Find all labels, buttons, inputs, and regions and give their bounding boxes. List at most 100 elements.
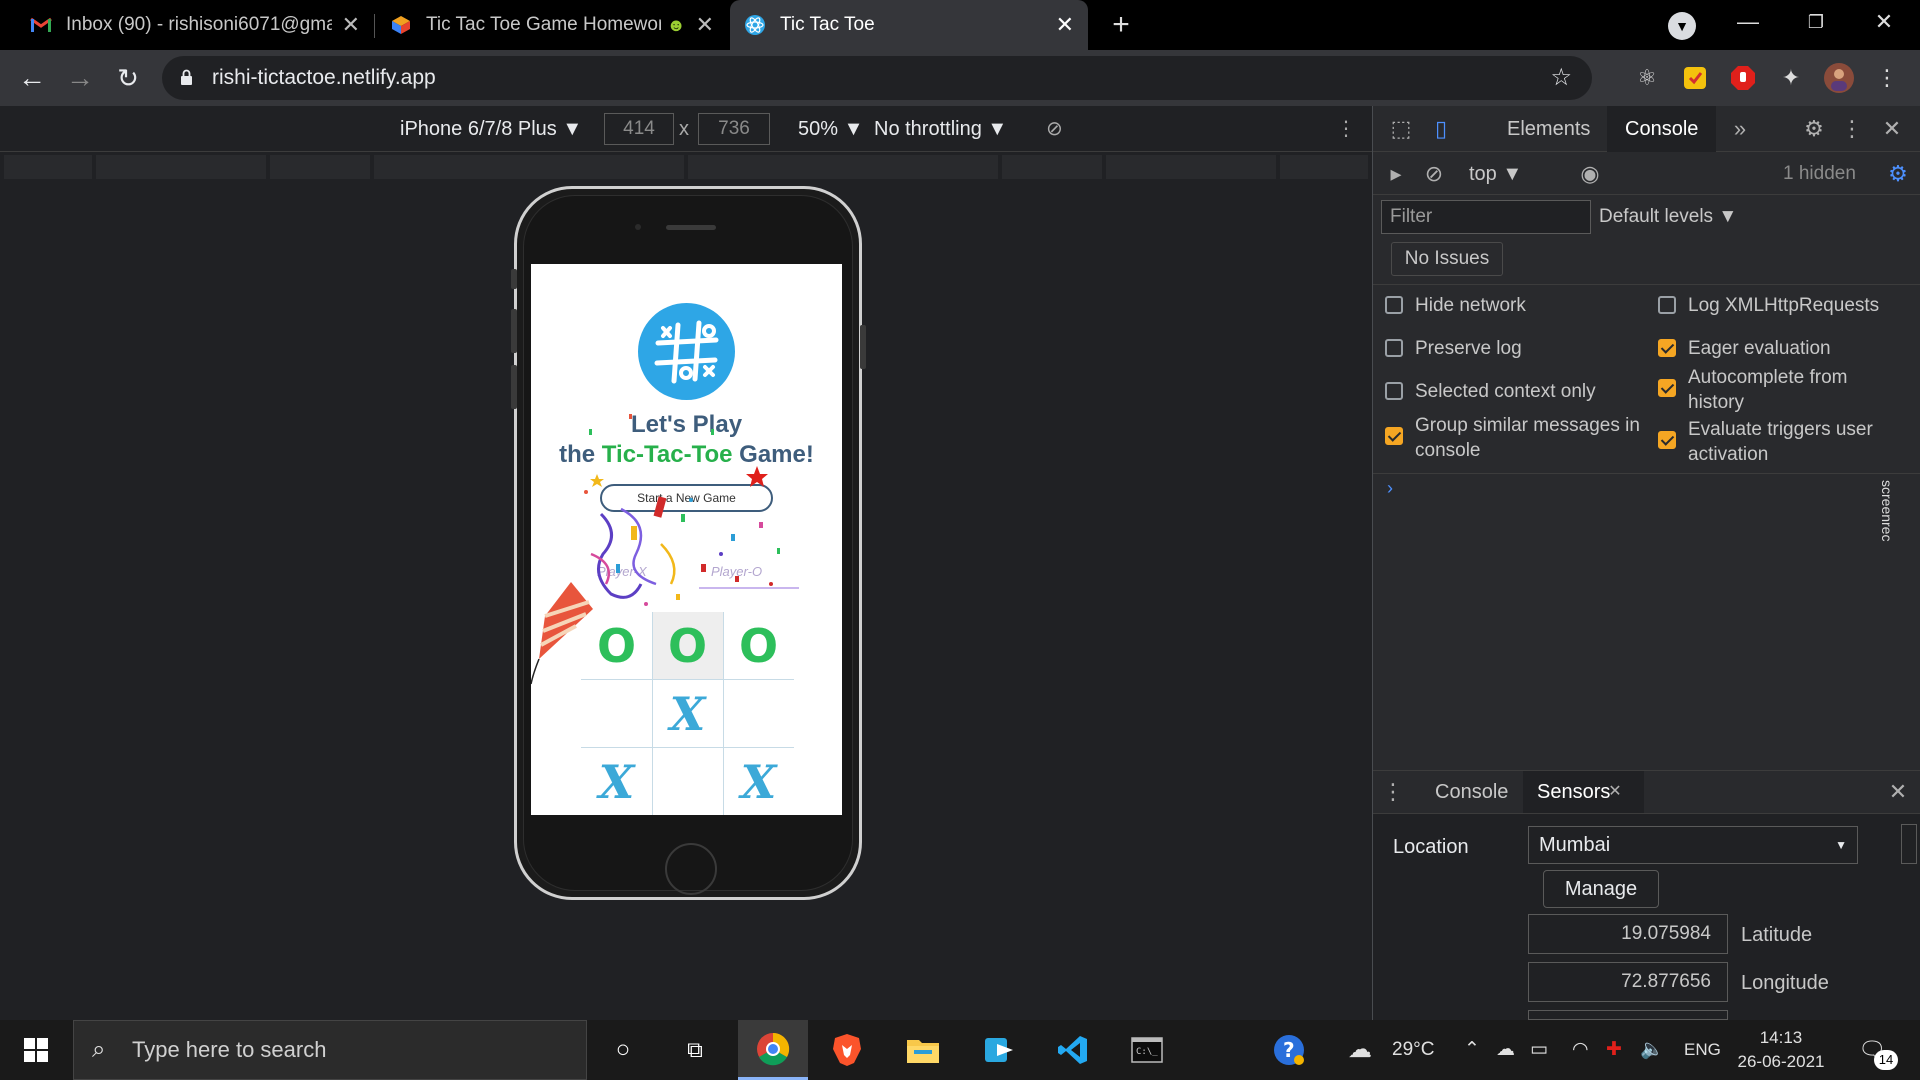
settings-gear-icon[interactable]: ⚙ — [1797, 106, 1831, 152]
checkbox[interactable] — [1385, 339, 1403, 357]
timezone-input[interactable] — [1528, 1010, 1728, 1020]
tab-elements[interactable]: Elements — [1489, 106, 1608, 152]
wifi-icon[interactable]: ◠ — [1572, 1020, 1589, 1080]
latitude-input[interactable]: 19.075984 — [1528, 914, 1728, 954]
media-query-segment[interactable] — [96, 155, 266, 179]
close-tab-icon[interactable]: ✕ — [1605, 771, 1625, 813]
new-tab-button[interactable]: + — [1102, 8, 1140, 42]
checkbox[interactable] — [1658, 296, 1676, 314]
sidebar-toggle-icon[interactable]: ▸ — [1379, 153, 1413, 195]
checkbox[interactable] — [1658, 379, 1676, 397]
more-options-icon[interactable]: ⋮ — [1336, 106, 1356, 152]
tab-console[interactable]: Console — [1607, 106, 1717, 152]
close-drawer-icon[interactable]: ✕ — [1881, 771, 1915, 813]
taskbar-search[interactable]: ⌕ Type here to search — [73, 1020, 587, 1080]
board-cell[interactable]: X — [581, 748, 652, 815]
drawer-menu-icon[interactable]: ⋮ — [1381, 771, 1405, 813]
scrollbar[interactable] — [1901, 824, 1917, 864]
battery-icon[interactable]: ▭ — [1530, 1020, 1548, 1080]
forward-icon[interactable]: → — [62, 60, 98, 96]
inspect-element-icon[interactable]: ⬚ — [1383, 106, 1419, 152]
media-query-segment[interactable] — [270, 155, 370, 179]
drawer-tab-console[interactable]: Console — [1421, 771, 1522, 813]
language-indicator[interactable]: ENG — [1684, 1020, 1721, 1080]
show-hidden-icons-chevron-icon[interactable]: ⌃ — [1464, 1020, 1480, 1080]
media-query-segment[interactable] — [688, 155, 998, 179]
clear-console-icon[interactable]: ⊘ — [1417, 153, 1451, 195]
vscode-icon[interactable] — [1038, 1020, 1108, 1080]
devtools-menu-icon[interactable]: ⋮ — [1835, 106, 1869, 152]
setting-hide-network[interactable]: Hide network — [1385, 293, 1635, 318]
console-prompt-icon[interactable]: › — [1387, 478, 1393, 499]
board-cell[interactable] — [652, 748, 723, 815]
console-filter-input[interactable]: Filter — [1381, 200, 1591, 234]
board-cell[interactable] — [581, 680, 652, 747]
board-cell[interactable]: O — [723, 612, 794, 679]
temperature[interactable]: 29°C — [1392, 1020, 1434, 1080]
media-query-segment[interactable] — [1106, 155, 1276, 179]
close-icon[interactable]: ✕ — [1056, 12, 1074, 38]
reload-icon[interactable]: ↻ — [110, 60, 146, 96]
board-cell[interactable] — [723, 680, 794, 747]
setting-eager-evaluation[interactable]: Eager evaluation — [1658, 336, 1918, 361]
checkbox[interactable] — [1658, 431, 1676, 449]
device-select[interactable]: iPhone 6/7/8 Plus ▼ — [400, 106, 582, 152]
windows-start-icon[interactable] — [0, 1020, 72, 1080]
setting-preserve-log[interactable]: Preserve log — [1385, 336, 1635, 361]
board-cell[interactable]: O — [652, 612, 723, 679]
sticky-app-icon[interactable] — [964, 1020, 1034, 1080]
system-clock[interactable]: 14:13 26-06-2021 — [1726, 1026, 1836, 1074]
checkbox[interactable] — [1385, 427, 1403, 445]
board-cell[interactable]: X — [652, 680, 723, 747]
chrome-icon[interactable] — [738, 1020, 808, 1080]
drawer-tab-sensors[interactable]: Sensors — [1523, 771, 1645, 813]
log-levels-select[interactable]: Default levels ▼ — [1599, 200, 1737, 234]
onedrive-icon[interactable]: ☁ — [1496, 1020, 1515, 1080]
board-cell[interactable]: X — [723, 748, 794, 815]
help-icon[interactable]: ? — [1254, 1020, 1324, 1080]
start-new-game-button[interactable]: Start a New Game — [600, 484, 773, 512]
back-icon[interactable]: ← — [14, 60, 50, 96]
more-tabs-icon[interactable]: » — [1723, 106, 1757, 152]
zoom-select[interactable]: 50% ▼ — [798, 106, 863, 152]
minimize-icon[interactable]: — — [1718, 0, 1778, 44]
context-select[interactable]: top ▼ — [1469, 153, 1522, 195]
setting-selected-context-only[interactable]: Selected context only — [1385, 379, 1635, 404]
issues-button[interactable]: No Issues — [1391, 242, 1503, 276]
window-close-icon[interactable]: ✕ — [1854, 0, 1914, 44]
device-toggle-icon[interactable]: ▯ — [1423, 106, 1459, 152]
checkbox[interactable] — [1385, 296, 1403, 314]
restore-icon[interactable]: ❐ — [1786, 0, 1846, 44]
extension-shield-icon[interactable] — [1680, 63, 1710, 93]
brave-icon[interactable] — [812, 1020, 882, 1080]
address-bar[interactable]: rishi-tictactoe.netlify.app ☆ — [162, 56, 1592, 100]
task-view-icon[interactable]: ⧉ — [660, 1020, 730, 1080]
extensions-puzzle-icon[interactable]: ✦ — [1776, 63, 1806, 93]
bookmark-star-icon[interactable]: ☆ — [1550, 56, 1572, 100]
weather-cloud-icon[interactable]: ☁ — [1348, 1020, 1372, 1080]
close-icon[interactable]: ✕ — [696, 12, 714, 38]
media-query-segment[interactable] — [1002, 155, 1102, 179]
lock-icon[interactable] — [180, 69, 193, 86]
board-cell[interactable]: O — [581, 612, 652, 679]
manage-button[interactable]: Manage — [1543, 870, 1659, 908]
rotate-icon[interactable]: ⊘ — [1046, 106, 1063, 152]
avatar[interactable] — [1824, 63, 1854, 93]
longitude-input[interactable]: 72.877656 — [1528, 962, 1728, 1002]
checkbox[interactable] — [1658, 339, 1676, 357]
checkbox[interactable] — [1385, 382, 1403, 400]
app-tray-icon[interactable]: ✚ — [1606, 1020, 1622, 1080]
terminal-icon[interactable]: C:\_ — [1112, 1020, 1182, 1080]
media-query-segment[interactable] — [1280, 155, 1368, 179]
tab-tictactoe[interactable]: Tic Tac Toe ✕ — [730, 0, 1088, 50]
volume-icon[interactable]: 🔈 — [1640, 1020, 1664, 1080]
tab-search-icon[interactable]: ▼ — [1668, 12, 1696, 40]
tab-homework[interactable]: Tic Tac Toe Game Homework ☻ ✕ — [376, 0, 728, 50]
react-devtools-icon[interactable]: ⚛ — [1632, 63, 1662, 93]
setting-autocomplete-history[interactable]: Autocomplete from history — [1658, 365, 1868, 415]
adblock-icon[interactable] — [1728, 63, 1758, 93]
close-icon[interactable]: ✕ — [342, 12, 360, 38]
device-width-input[interactable]: 414 — [604, 113, 674, 145]
setting-log-xhr[interactable]: Log XMLHttpRequests — [1658, 293, 1918, 318]
media-query-segment[interactable] — [4, 155, 92, 179]
